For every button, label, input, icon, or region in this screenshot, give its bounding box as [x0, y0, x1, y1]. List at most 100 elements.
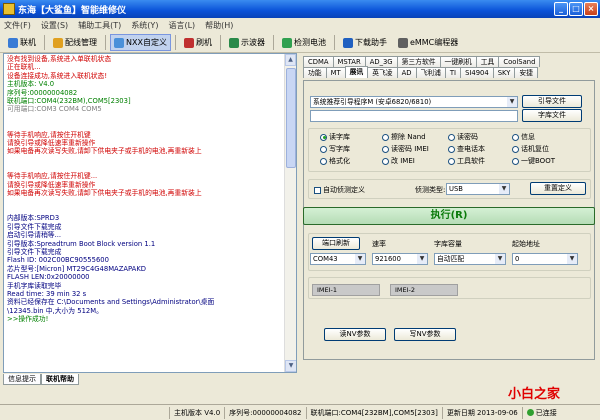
oscilloscope-button[interactable]: 示波器 — [225, 34, 269, 51]
loader-file-button[interactable]: 引导文件 — [522, 95, 582, 108]
menu-language[interactable]: 语言(L) — [168, 20, 195, 31]
radio-read-password[interactable]: 读密码 — [448, 132, 478, 142]
tab-infineon[interactable]: 英飞凌 — [367, 67, 398, 78]
log-line: FLASH LEN:0x20000000 — [7, 273, 90, 282]
imei-1-field[interactable]: IMEI-1 — [312, 284, 380, 296]
tab-info[interactable]: 信息提示 — [3, 374, 41, 385]
capacity-select[interactable]: 自动匹配 ▼ — [434, 253, 506, 265]
auto-detect-checkbox[interactable]: 自动侦测定义 — [314, 185, 365, 195]
radio-phonebook[interactable]: 查电话本 — [448, 144, 485, 154]
tab-one-key-flash[interactable]: 一键刷机 — [439, 56, 477, 67]
platform-tabs-row2: 功能 MT 展讯 英飞凌 AD 飞利浦 TI SI4904 SKY 安捷 — [303, 66, 538, 78]
status-host-version: 主机版本 V4.0 — [170, 406, 226, 419]
tab-philips[interactable]: 飞利浦 — [415, 67, 446, 78]
scroll-thumb[interactable] — [286, 68, 296, 168]
menu-file[interactable]: 文件(F) — [4, 20, 31, 31]
tab-si4904[interactable]: SI4904 — [460, 67, 494, 78]
font-file-button[interactable]: 字库文件 — [522, 109, 582, 122]
log-panel[interactable]: 没有找到设备,系统进入单联机状态 正在联机... 设备连接成功,系统进入联机状态! 主… — [3, 53, 297, 373]
minimize-button[interactable]: _ — [554, 2, 568, 16]
rate-select[interactable]: 921600 ▼ — [372, 253, 428, 265]
tab-cdma[interactable]: CDMA — [303, 56, 334, 67]
rate-label: 速率 — [372, 240, 386, 248]
port-refresh-button[interactable]: 端口刷新 — [312, 237, 360, 250]
log-line: 序列号:00000004082 — [7, 88, 78, 97]
radio-read-imei[interactable]: 读密码 IMEI — [382, 144, 429, 154]
loader-select[interactable]: 系统推荐引导程序M (安卓6820/6810) ▼ — [310, 96, 518, 108]
battery-check-button[interactable]: 检测电池 — [278, 34, 330, 51]
custom-nxx-button[interactable]: NXX自定义 — [110, 34, 171, 51]
radio-read-font[interactable]: 读字库 — [320, 132, 350, 142]
toolbar-separator — [174, 35, 176, 50]
tab-third-party[interactable]: 第三方软件 — [396, 56, 441, 67]
radio-info[interactable]: 信息 — [512, 132, 535, 142]
connected-icon — [526, 409, 534, 416]
tab-sky[interactable]: SKY — [492, 67, 516, 78]
log-scrollbar[interactable]: ▲ ▼ — [284, 54, 296, 372]
maximize-button[interactable]: □ — [569, 2, 583, 16]
log-line: 引导版本:Spreadtrum Boot Block version 1.1 — [7, 239, 156, 248]
radio-erase-nand[interactable]: 擦除 Nand — [382, 132, 426, 142]
radio-phone-reset[interactable]: 话机复位 — [512, 144, 549, 154]
cable-manage-button[interactable]: 配线管理 — [49, 34, 101, 51]
flash-icon — [183, 37, 194, 48]
toolbar-separator — [219, 35, 221, 50]
tab-mt[interactable]: MT — [325, 67, 346, 78]
radio-change-imei[interactable]: 改 IMEI — [382, 156, 415, 166]
tab-agilent[interactable]: 安捷 — [514, 67, 538, 78]
log-line: 主机版本: V4.0 — [7, 80, 55, 89]
write-nv-button[interactable]: 写NV参数 — [394, 328, 456, 341]
detect-type-select[interactable]: USB ▼ — [446, 183, 510, 195]
log-line: 没有找到设备,系统进入单联机状态 — [7, 55, 112, 63]
tab-spreadtrum[interactable]: 展讯 — [344, 66, 369, 78]
log-line: 引导文件下载完成 — [7, 222, 62, 231]
tab-online-help[interactable]: 联机帮助 — [41, 374, 79, 385]
log-line: Flash ID: 002C00BC90555600 — [7, 256, 109, 265]
menu-tools[interactable]: 辅助工具(T) — [78, 20, 121, 31]
checkbox-box — [314, 186, 321, 194]
log-line: >>操作成功! — [7, 315, 49, 324]
log-line: 请换引导或降低速率重新操作 — [7, 138, 96, 147]
start-address-select[interactable]: 0 ▼ — [512, 253, 578, 265]
radio-tool-software[interactable]: 工具软件 — [448, 156, 485, 166]
scroll-up-icon[interactable]: ▲ — [285, 54, 296, 66]
log-line: 如果电备再次读写失败,请卸下供电夹子或手机的电池,再重新装上 — [7, 189, 202, 198]
status-update-date: 更新日期 2013-09-06 — [443, 406, 523, 419]
radio-one-key-boot[interactable]: 一键BOOT — [512, 156, 555, 166]
tab-ti[interactable]: TI — [444, 67, 462, 78]
download-helper-button[interactable]: 下载助手 — [339, 34, 391, 51]
tab-function[interactable]: 功能 — [303, 67, 327, 78]
font-path-input[interactable] — [310, 110, 518, 122]
tab-tools[interactable]: 工具 — [475, 56, 500, 67]
scroll-down-icon[interactable]: ▼ — [285, 360, 296, 372]
watermark-text: 小白之家 — [508, 387, 561, 402]
radio-dot — [382, 145, 389, 153]
emmc-programmer-button[interactable]: eMMC编程器 — [394, 34, 462, 51]
read-nv-button[interactable]: 读NV参数 — [324, 328, 386, 341]
menu-help[interactable]: 帮助(H) — [205, 20, 233, 31]
flash-button[interactable]: 刷机 — [180, 34, 216, 51]
menu-system[interactable]: 系统(Y) — [131, 20, 158, 31]
tab-ad[interactable]: AD — [396, 67, 417, 78]
oscilloscope-icon — [228, 37, 239, 48]
radio-dot — [512, 133, 519, 141]
radio-write-font[interactable]: 写字库 — [320, 144, 350, 154]
close-button[interactable]: × — [584, 2, 598, 16]
port-select[interactable]: COM43 ▼ — [310, 253, 366, 265]
connect-button[interactable]: 联机 — [4, 34, 40, 51]
radio-dot — [382, 157, 389, 165]
reset-definition-button[interactable]: 重置定义 — [530, 182, 586, 195]
imei-2-field[interactable]: IMEI-2 — [390, 284, 458, 296]
function-panel: CDMA MSTAR AD_3G 第三方软件 一键刷机 工具 CoolSand … — [300, 53, 598, 387]
execute-button[interactable]: 执行(R) — [303, 207, 595, 225]
radio-format[interactable]: 格式化 — [320, 156, 350, 166]
menu-settings[interactable]: 设置(S) — [41, 20, 68, 31]
platform-tabs-row1: CDMA MSTAR AD_3G 第三方软件 一键刷机 工具 CoolSand — [303, 56, 541, 67]
tab-ad-3g[interactable]: AD_3G — [364, 56, 398, 67]
chevron-down-icon: ▼ — [567, 254, 577, 264]
tab-coolsand[interactable]: CoolSand — [498, 56, 541, 67]
